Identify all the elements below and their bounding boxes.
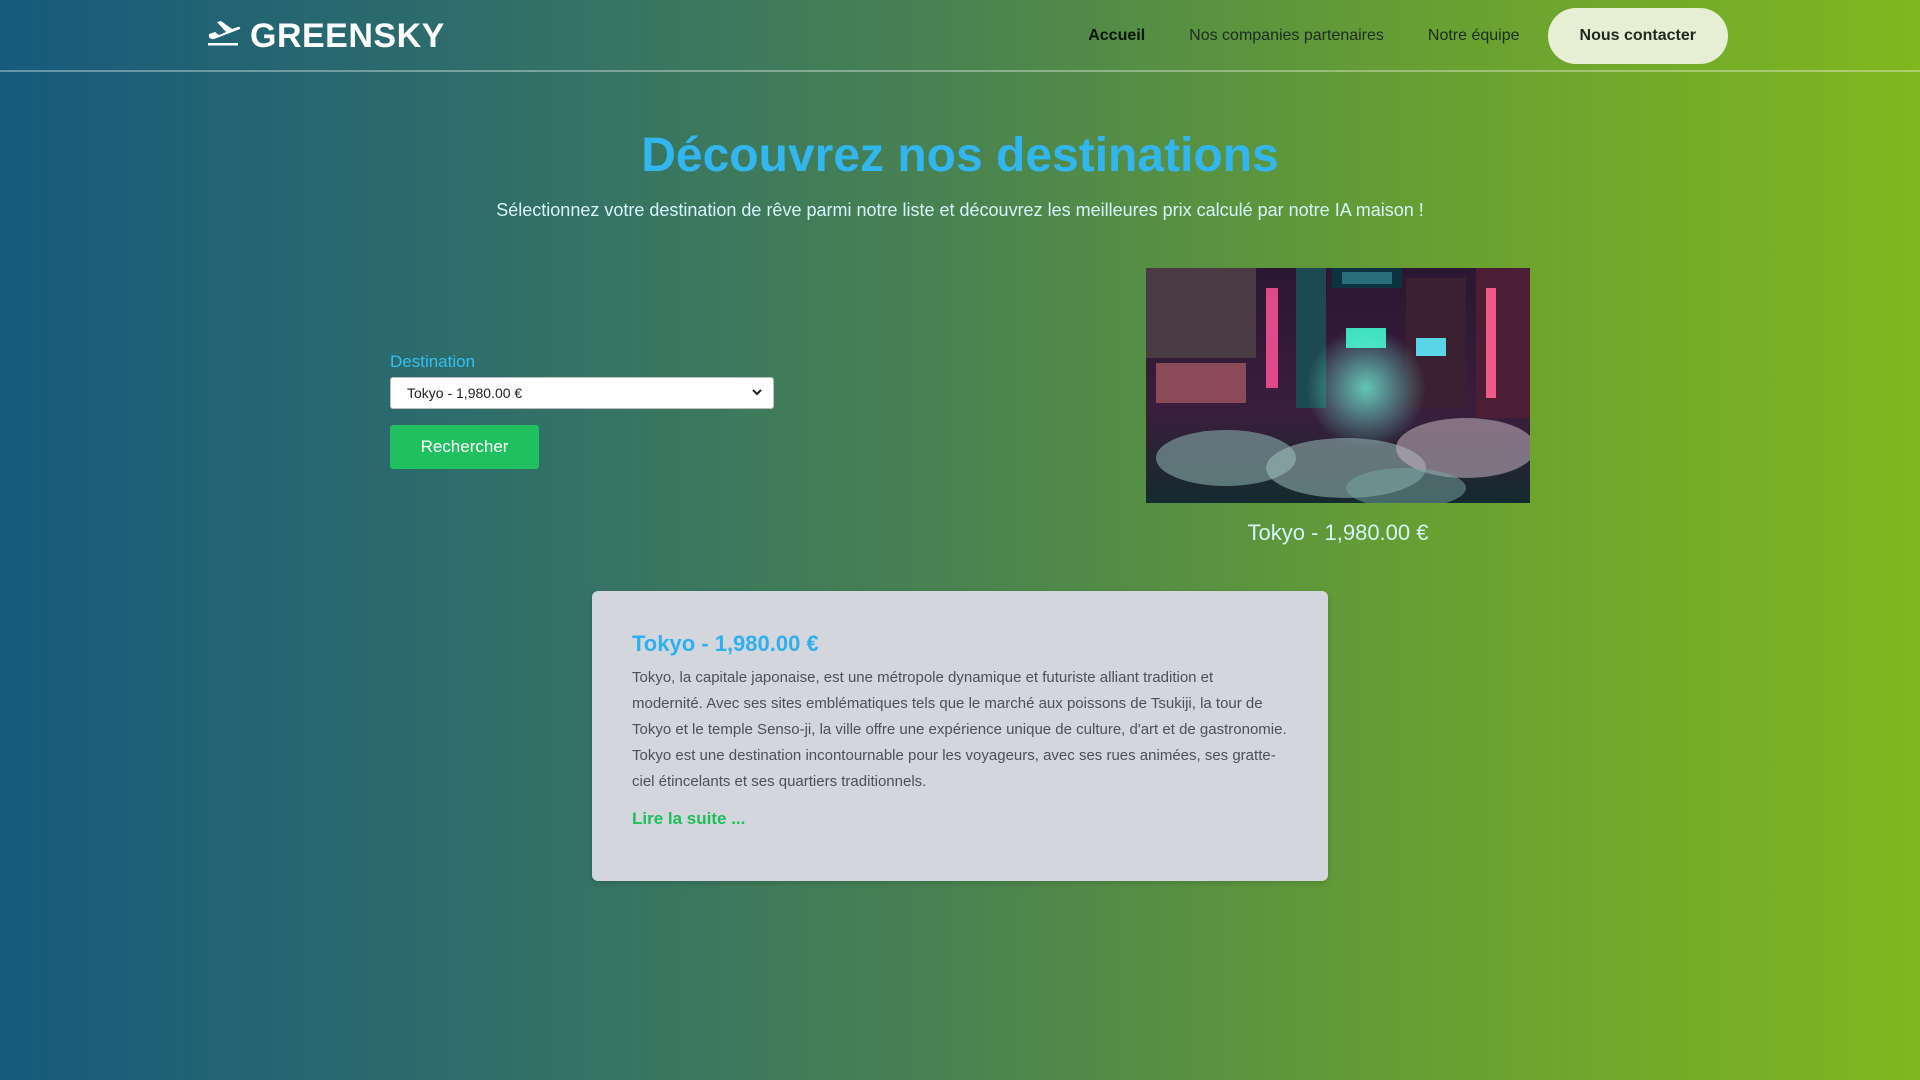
plane-departure-icon [206, 16, 242, 57]
card-description: Tokyo, la capitale japonaise, est une mé… [632, 669, 1287, 790]
nav-links: Accueil Nos companies partenaires Notre … [1088, 8, 1728, 64]
destination-card: Tokyo - 1,980.00 € Tokyo, la capitale ja… [592, 591, 1328, 881]
read-more-link[interactable]: Lire la suite ... [632, 809, 745, 829]
destination-image [1146, 268, 1530, 503]
nav-link-partenaires[interactable]: Nos companies partenaires [1189, 27, 1384, 45]
nav-link-equipe[interactable]: Notre équipe [1428, 27, 1520, 45]
nav-link-accueil[interactable]: Accueil [1088, 27, 1145, 45]
card-title: Tokyo - 1,980.00 € [632, 631, 819, 656]
destination-select-value: Tokyo - 1,980.00 € [407, 385, 523, 401]
destination-caption: Tokyo - 1,980.00 € [1247, 520, 1429, 545]
contact-button[interactable]: Nous contacter [1547, 8, 1728, 64]
destination-select[interactable]: Tokyo - 1,980.00 € [390, 377, 774, 409]
navbar: GREENSKY Accueil Nos companies partenair… [0, 0, 1920, 72]
chevron-down-icon [751, 385, 763, 401]
brand-name: GREENSKY [250, 16, 445, 55]
page-title: Découvrez nos destinations [641, 129, 1279, 182]
destination-label: Destination [390, 352, 476, 371]
search-button[interactable]: Rechercher [390, 425, 539, 469]
page-subtitle: Sélectionnez votre destination de rêve p… [496, 200, 1424, 220]
brand-logo[interactable]: GREENSKY [206, 16, 445, 56]
